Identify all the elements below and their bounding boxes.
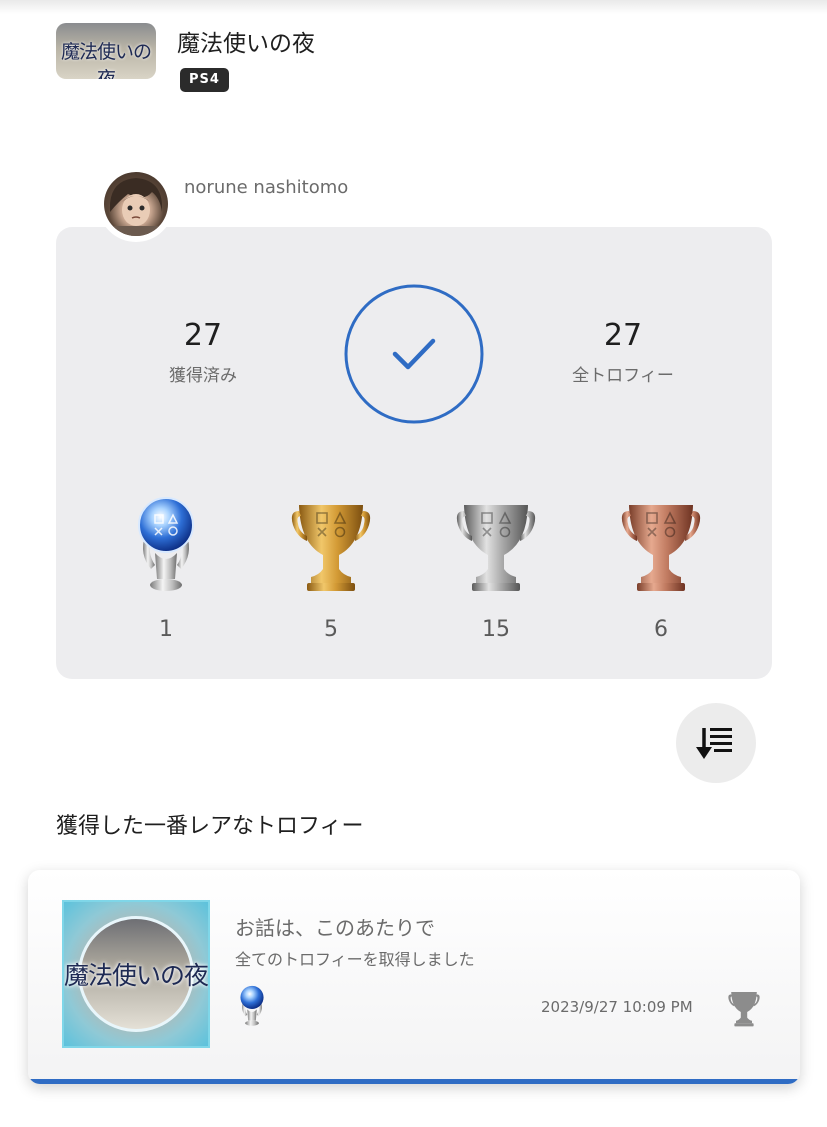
bronze-count: 6 [654, 617, 668, 642]
trophy-gold[interactable]: 5 [276, 495, 386, 642]
silver-count: 15 [482, 617, 510, 642]
gold-trophy-icon [291, 505, 371, 591]
trophy-cup-icon [728, 992, 760, 1027]
earned-stat: 27 獲得済み [123, 318, 283, 386]
bronze-trophy-icon [621, 505, 701, 591]
total-label: 全トロフィー [572, 366, 674, 386]
username[interactable]: norune nashitomo [184, 177, 348, 198]
earned-label: 獲得済み [169, 366, 237, 386]
game-title: 魔法使いの夜 [177, 31, 315, 57]
platform-badge: PS4 [180, 68, 229, 92]
sort-descending-icon [696, 728, 732, 759]
platinum-trophy-icon [138, 497, 194, 591]
rarest-trophy-image: 魔法使いの夜 [62, 900, 210, 1048]
trophy-silver[interactable]: 15 [441, 495, 551, 642]
trophy-bronze[interactable]: 6 [606, 495, 716, 642]
silver-trophy-icon [456, 505, 536, 591]
rarest-trophy-description: 全てのトロフィーを取得しました [235, 950, 475, 969]
rarest-card-accent-bar [28, 1079, 800, 1084]
completion-ring [344, 284, 484, 424]
game-thumbnail[interactable]: 魔法使いの夜 [56, 23, 156, 79]
rarest-trophy-name: お話は、このあたりで [235, 916, 435, 940]
sort-button[interactable] [676, 703, 756, 783]
platinum-trophy-small-icon [240, 985, 264, 1026]
trophy-platinum[interactable]: 1 [111, 495, 221, 642]
platinum-count: 1 [159, 617, 173, 642]
check-icon [392, 338, 436, 370]
rarest-trophy-card[interactable]: 魔法使いの夜 お話は、このあたりで 全てのトロフィーを取得しました 2023/9… [28, 870, 800, 1084]
game-thumbnail-logo: 魔法使いの夜 [60, 41, 152, 79]
rarest-trophy-date: 2023/9/27 10:09 PM [541, 998, 693, 1016]
gold-count: 5 [324, 617, 338, 642]
avatar [104, 172, 168, 236]
rarest-section-title: 獲得した一番レアなトロフィー [56, 814, 364, 839]
top-shadow [0, 0, 827, 14]
rarest-trophy-image-logo: 魔法使いの夜 [64, 961, 209, 990]
avatar-frame[interactable] [98, 166, 174, 242]
total-stat: 27 全トロフィー [543, 318, 703, 386]
total-count: 27 [603, 318, 643, 353]
earned-count: 27 [183, 318, 223, 353]
